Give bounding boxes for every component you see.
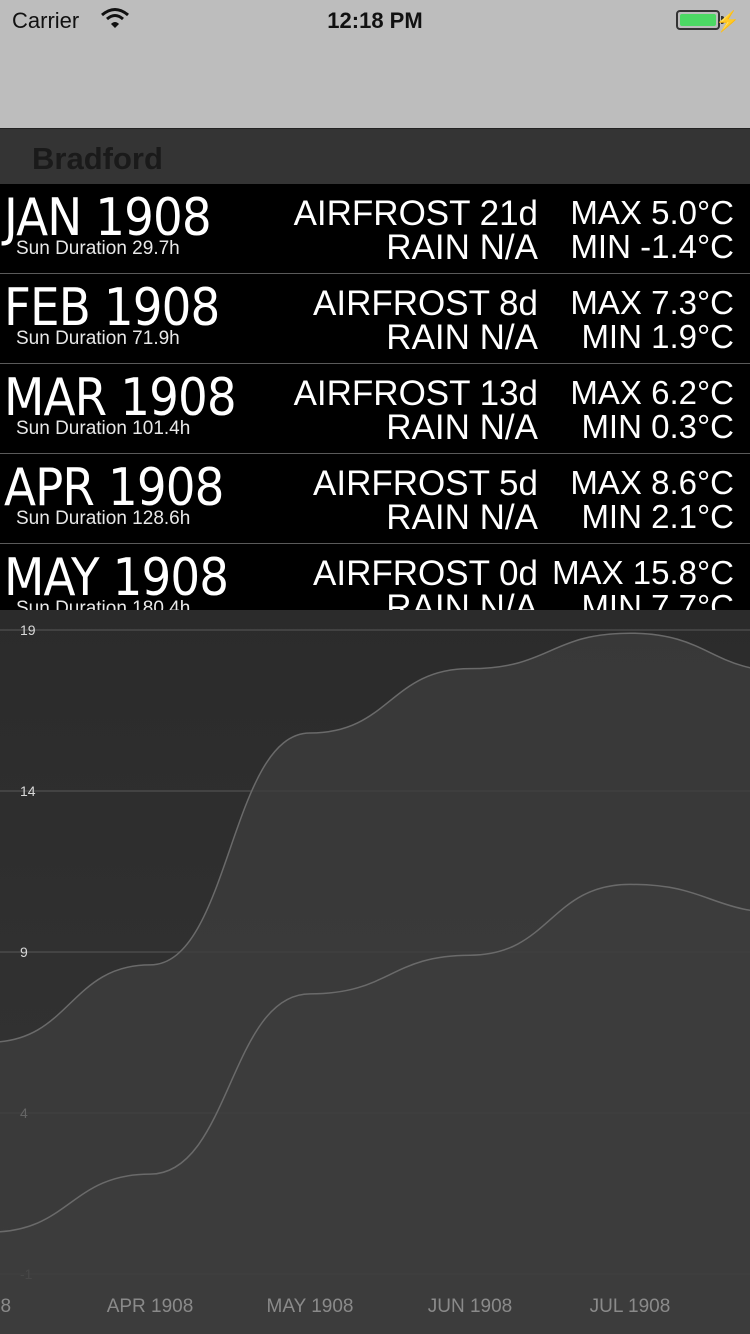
rain-value: RAIN N/A <box>386 318 538 357</box>
y-tick-label: 9 <box>20 944 28 960</box>
sun-duration: Sun Duration 101.4h <box>16 418 191 439</box>
list-item[interactable]: JAN 1908 Sun Duration 29.7h AIRFROST 21d… <box>0 184 750 274</box>
x-tick-label: MAY 1908 <box>267 1296 354 1317</box>
list-item[interactable]: FEB 1908 Sun Duration 71.9h AIRFROST 8d … <box>0 274 750 364</box>
y-tick-label: 19 <box>20 622 36 638</box>
y-tick-label: 14 <box>20 783 36 799</box>
min-temp: MIN 2.1°C <box>581 498 734 535</box>
status-bar: Carrier 12:18 PM ⚡ <box>0 0 750 40</box>
max-temp: MAX 7.3°C <box>570 284 734 321</box>
x-tick-label: JUL 1908 <box>590 1296 671 1317</box>
clock: 12:18 PM <box>327 8 423 33</box>
rain-value: RAIN N/A <box>386 228 538 267</box>
min-temp: MIN 7.7°C <box>581 588 734 610</box>
battery-icon <box>676 10 720 30</box>
temperature-chart[interactable]: 191494-11908APR 1908MAY 1908JUN 1908JUL … <box>0 610 750 1334</box>
max-temp: MAX 5.0°C <box>570 194 734 231</box>
min-temp: MIN 0.3°C <box>581 408 734 445</box>
max-temp: MAX 6.2°C <box>570 374 734 411</box>
list-item[interactable]: MAY 1908 Sun Duration 180.4h AIRFROST 0d… <box>0 544 750 610</box>
x-tick-label: APR 1908 <box>107 1296 194 1317</box>
sun-duration: Sun Duration 29.7h <box>16 238 180 259</box>
min-temp: MIN 1.9°C <box>581 318 734 355</box>
sun-duration: Sun Duration 180.4h <box>16 598 191 610</box>
rain-value: RAIN N/A <box>386 408 538 447</box>
section-header: Bradford <box>0 128 750 184</box>
list-item[interactable]: APR 1908 Sun Duration 128.6h AIRFROST 5d… <box>0 454 750 544</box>
battery-level <box>680 14 716 26</box>
charging-bolt-icon: ⚡ <box>715 11 740 33</box>
month-list[interactable]: JAN 1908 Sun Duration 29.7h AIRFROST 21d… <box>0 184 750 610</box>
chart-svg[interactable]: 191494-11908APR 1908MAY 1908JUN 1908JUL … <box>0 610 750 1334</box>
min-temp: MIN -1.4°C <box>570 228 734 265</box>
location-title: Bradford <box>32 141 163 176</box>
max-temp: MAX 15.8°C <box>552 554 734 591</box>
navigation-bar <box>0 40 750 128</box>
list-item[interactable]: MAR 1908 Sun Duration 101.4h AIRFROST 13… <box>0 364 750 454</box>
rain-value: RAIN N/A <box>386 588 538 610</box>
sun-duration: Sun Duration 128.6h <box>16 508 191 529</box>
max-temp: MAX 8.6°C <box>570 464 734 501</box>
x-tick-label: JUN 1908 <box>428 1296 513 1317</box>
sun-duration: Sun Duration 71.9h <box>16 328 180 349</box>
x-tick-label: 1908 <box>0 1296 11 1317</box>
rain-value: RAIN N/A <box>386 498 538 537</box>
